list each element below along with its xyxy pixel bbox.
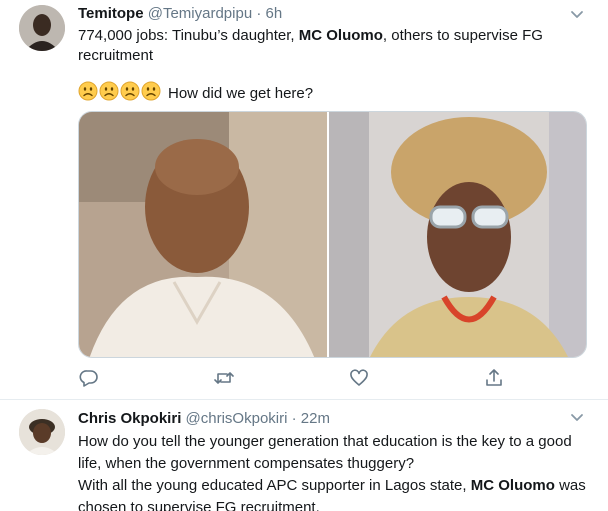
chevron-down-icon[interactable] [568,408,586,426]
author-handle[interactable]: @Temiyardpipu [148,5,252,22]
media-photo [79,112,586,357]
emoji-row [78,81,162,107]
retweet-icon[interactable] [213,367,235,389]
tweet-text: How did we get here? [168,85,314,102]
avatar-temitope[interactable] [19,5,65,51]
frowning-face-icon [141,81,161,101]
tweet-text-line: 774,000 jobs: Tinubu’s daughter, MC Oluo… [78,26,543,46]
avatar-photo [19,5,65,51]
tweet-text-line: recruitment [78,46,153,66]
tweet-text: How do you tell the younger generation t… [78,431,593,511]
tweet-text-bold: MC Oluomo [298,27,383,44]
avatar-chris-okpokiri[interactable] [19,409,65,455]
tweet-emoji-line: How did we get here? [78,81,313,107]
tweet-header: Chris Okpokiri @chrisOkpokiri · 22m [78,410,330,427]
timestamp[interactable]: 22m [301,410,330,427]
tweet-chris-okpokiri[interactable]: Chris Okpokiri @chrisOkpokiri · 22m How … [0,400,608,511]
tweet-text-line: chosen to supervise FG recruitment. [78,499,320,511]
heart-icon[interactable] [348,367,370,389]
avatar-photo [19,409,65,455]
author-handle[interactable]: @chrisOkpokiri [186,410,288,427]
tweet-text-bold: MC Oluomo [470,477,555,494]
timestamp[interactable]: 6h [266,5,283,22]
tweet-temitope[interactable]: Temitope @Temiyardpipu · 6h 774,000 jobs… [0,0,608,400]
author-name[interactable]: Chris Okpokiri [78,410,181,427]
chevron-down-icon[interactable] [568,5,586,23]
author-name[interactable]: Temitope [78,5,144,22]
tweet-text: With all the young educated APC supporte… [78,477,471,494]
reply-icon[interactable] [78,367,100,389]
frowning-face-icon [120,81,140,101]
tweet-text-line: How do you tell the younger generation t… [78,433,572,450]
separator-dot: · [256,5,262,22]
frowning-face-icon [78,81,98,101]
tweet-text-line: With all the young educated APC supporte… [78,475,593,497]
tweet-media[interactable] [78,111,587,358]
tweet-actions [78,367,508,389]
tweet-header: Temitope @Temiyardpipu · 6h [78,5,282,22]
tweet-text: was [554,477,586,494]
tweet-text: recruitment [78,47,154,64]
frowning-face-icon [99,81,119,101]
tweet-text: 774,000 jobs: Tinubu’s daughter, [78,27,299,44]
separator-dot: · [291,410,297,427]
tweet-text: , others to supervise FG [382,27,543,44]
share-icon[interactable] [483,367,505,389]
tweet-text-line: life, when the government compensates th… [78,455,415,472]
